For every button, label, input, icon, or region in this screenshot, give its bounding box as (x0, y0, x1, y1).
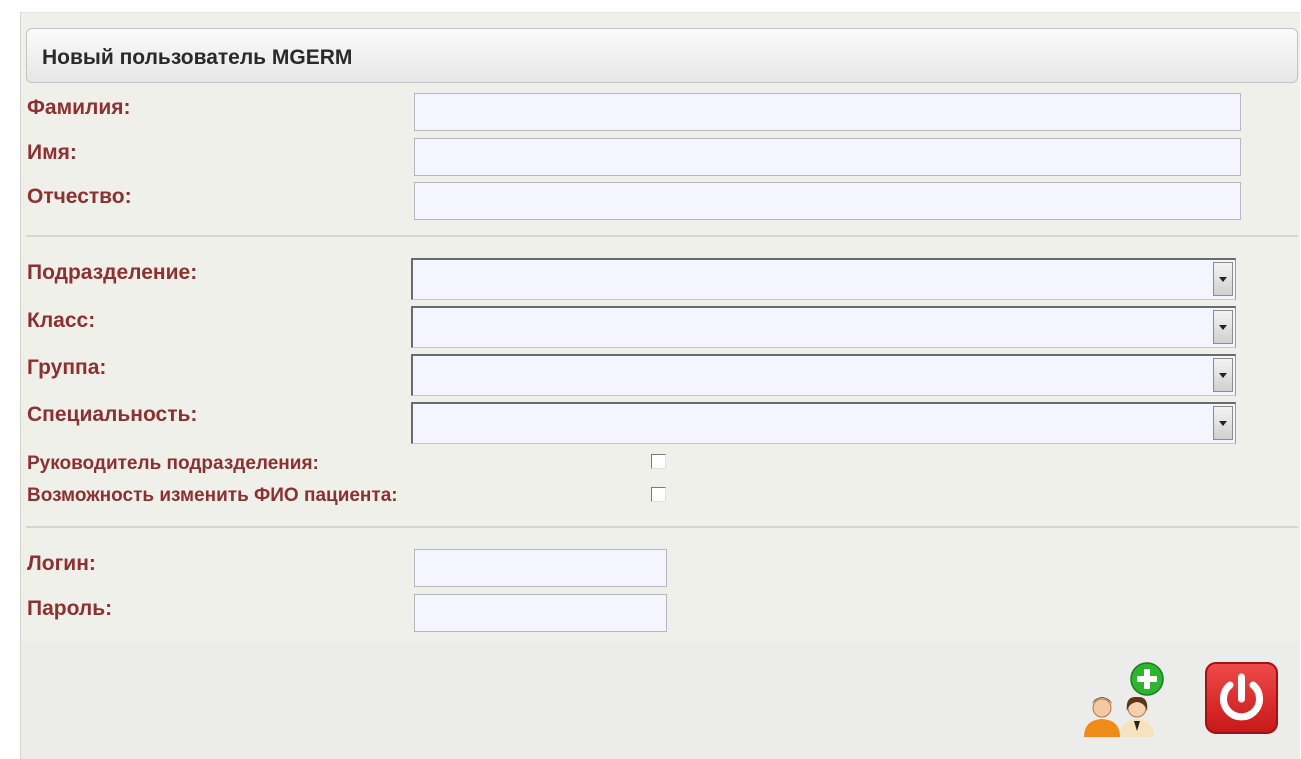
form-footer (21, 641, 1300, 759)
add-user-button[interactable] (1080, 661, 1165, 739)
form-title: Новый пользователь MGERM (42, 46, 353, 69)
login-input[interactable] (414, 549, 667, 587)
department-head-label: Руководитель подразделения: (27, 453, 319, 474)
class-select[interactable] (411, 306, 1236, 348)
first-name-input[interactable] (414, 138, 1241, 176)
power-icon (1205, 662, 1278, 734)
patronymic-label: Отчество: (27, 185, 132, 208)
edit-patient-name-checkbox[interactable] (651, 487, 666, 502)
specialty-select[interactable] (411, 402, 1236, 444)
chevron-down-icon[interactable] (1213, 262, 1233, 296)
password-label: Пароль: (27, 597, 113, 620)
login-label: Логин: (27, 552, 96, 575)
last-name-input[interactable] (414, 93, 1241, 131)
section-divider (26, 235, 1298, 237)
power-button[interactable] (1204, 661, 1279, 735)
group-label: Группа: (27, 356, 107, 379)
department-head-checkbox[interactable] (651, 454, 666, 469)
password-input[interactable] (414, 594, 667, 632)
first-name-label: Имя: (27, 141, 77, 164)
group-select[interactable] (411, 354, 1236, 396)
new-user-form-panel: Новый пользователь MGERM Фамилия: Имя: О… (20, 12, 1300, 759)
section-divider (26, 526, 1298, 528)
class-label: Класс: (27, 309, 96, 332)
add-user-icon (1084, 662, 1164, 737)
chevron-down-icon[interactable] (1213, 358, 1233, 392)
chevron-down-icon[interactable] (1213, 310, 1233, 344)
last-name-label: Фамилия: (27, 96, 131, 119)
specialty-label: Специальность: (27, 403, 198, 426)
chevron-down-icon[interactable] (1213, 406, 1233, 440)
form-header: Новый пользователь MGERM (26, 28, 1298, 83)
department-select[interactable] (411, 258, 1236, 300)
department-label: Подразделение: (27, 261, 198, 284)
patronymic-input[interactable] (414, 182, 1241, 220)
edit-patient-name-label: Возможность изменить ФИО пациента: (27, 485, 398, 506)
